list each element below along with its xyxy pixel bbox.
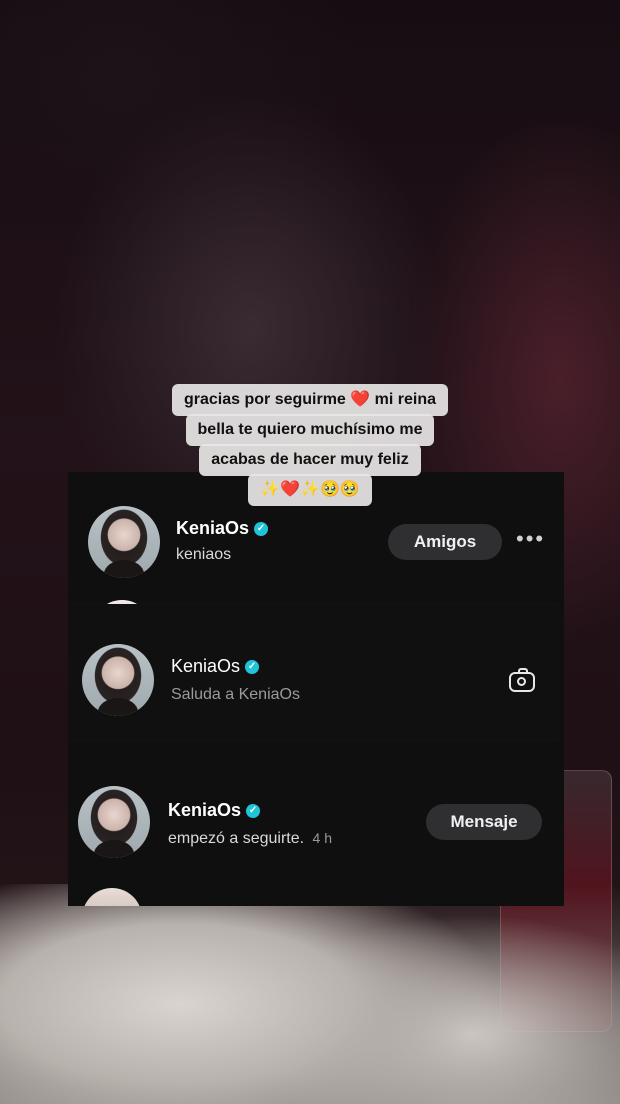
caption-line-2: bella te quiero muchísimo me <box>185 414 435 446</box>
chat-panel: KeniaOs ✓ Saluda a KeniaOs <box>68 604 558 740</box>
avatar[interactable] <box>82 644 154 716</box>
verified-badge-icon: ✓ <box>254 521 269 536</box>
more-options-icon[interactable]: ••• <box>516 526 545 552</box>
chat-subtitle: Saluda a KeniaOs <box>171 686 300 703</box>
chat-name[interactable]: KeniaOs ✓ <box>171 656 260 677</box>
verified-badge-icon: ✓ <box>246 803 261 818</box>
friend-name[interactable]: KeniaOs ✓ <box>176 518 269 539</box>
screenshot-overlay: KeniaOs ✓ keniaos Amigos ••• KeniaOs ✓ S… <box>68 472 564 906</box>
follow-activity: empezó a seguirte. 4 h <box>168 830 332 847</box>
camera-icon[interactable] <box>509 668 535 692</box>
follow-notification-row[interactable]: KeniaOs ✓ empezó a seguirte. 4 h Mensaje <box>68 780 564 870</box>
caption-line-3: acabas de hacer muy feliz <box>199 444 421 476</box>
caption-line-4: ✨❤️✨🥹🥹 <box>248 474 372 506</box>
avatar[interactable] <box>78 786 150 858</box>
heart-emoji-icon: ❤️ <box>350 391 371 408</box>
follower-name[interactable]: KeniaOs ✓ <box>168 800 261 821</box>
partial-avatar <box>82 888 142 906</box>
mensaje-button[interactable]: Mensaje <box>426 804 542 840</box>
verified-badge-icon: ✓ <box>245 659 260 674</box>
friend-username: keniaos <box>176 546 232 563</box>
amigos-button[interactable]: Amigos <box>388 524 502 560</box>
video-caption: gracias por seguirme ❤️ mi reina bella t… <box>0 384 620 506</box>
fur-coat-image <box>0 884 620 1104</box>
activity-time: 4 h <box>312 830 332 846</box>
avatar[interactable] <box>88 506 160 578</box>
friend-row[interactable]: KeniaOs ✓ keniaos Amigos ••• <box>68 500 564 590</box>
caption-line-1: gracias por seguirme ❤️ mi reina <box>171 384 449 416</box>
